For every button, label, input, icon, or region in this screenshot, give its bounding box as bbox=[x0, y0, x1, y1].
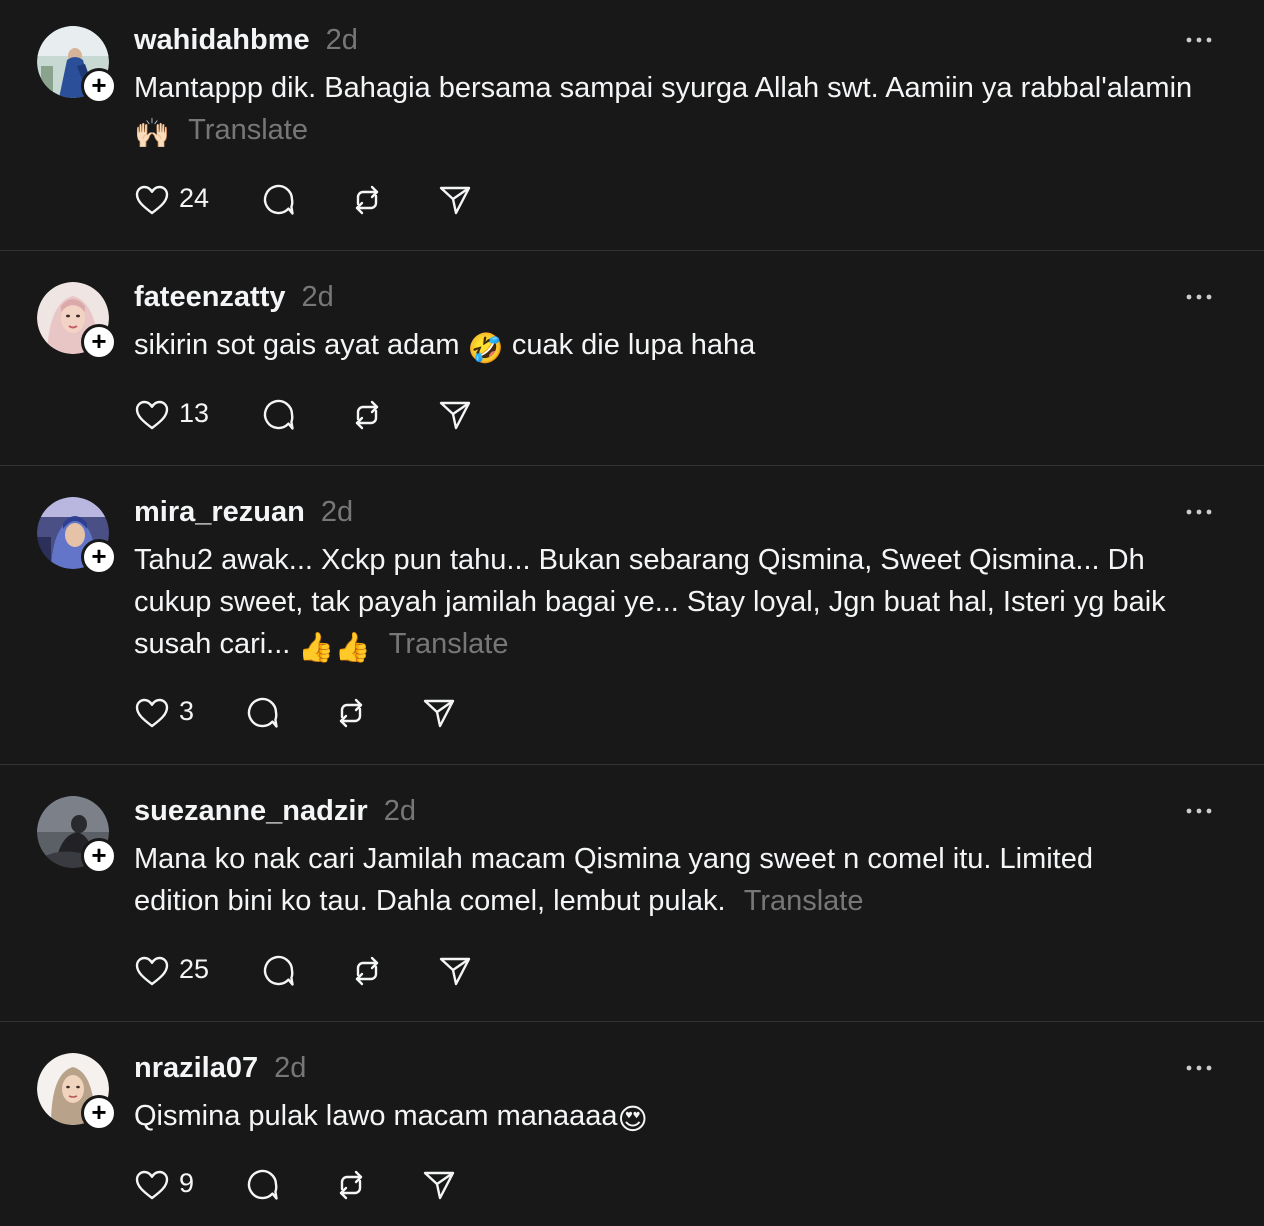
action-bar: 3 bbox=[134, 695, 494, 731]
like-button[interactable]: 25 bbox=[134, 953, 224, 989]
more-icon[interactable] bbox=[1185, 508, 1213, 516]
emoji: 👍👍 bbox=[298, 632, 371, 664]
post-body: Qismina pulak lawo macam manaaaa bbox=[134, 1100, 618, 1132]
share-button[interactable] bbox=[421, 695, 457, 731]
emoji: 🤣 bbox=[467, 333, 504, 365]
share-button[interactable] bbox=[437, 182, 473, 218]
reply-button[interactable] bbox=[261, 182, 297, 218]
send-icon bbox=[423, 1171, 455, 1200]
action-bar: 24 bbox=[134, 182, 494, 218]
more-icon[interactable] bbox=[1185, 1064, 1213, 1072]
comment-icon bbox=[263, 399, 294, 430]
reply-button[interactable] bbox=[245, 1167, 281, 1203]
translate-link[interactable]: Translate bbox=[188, 114, 308, 146]
emoji: 😍 bbox=[617, 1104, 648, 1136]
username[interactable]: suezanne_nadzir bbox=[134, 795, 368, 827]
heart-icon bbox=[135, 698, 169, 728]
send-icon bbox=[439, 401, 471, 430]
reply-button[interactable] bbox=[261, 397, 297, 433]
follow-plus-icon[interactable]: + bbox=[81, 68, 117, 104]
follow-plus-icon[interactable]: + bbox=[81, 838, 117, 874]
action-bar: 25 bbox=[134, 953, 494, 989]
repost-button[interactable] bbox=[333, 1167, 369, 1203]
post-text: Tahu2 awak... Xckp pun tahu... Bukan seb… bbox=[134, 539, 1204, 669]
post-header: suezanne_nadzir 2d bbox=[134, 791, 416, 831]
heart-icon bbox=[135, 956, 169, 986]
more-icon[interactable] bbox=[1185, 36, 1213, 44]
send-icon bbox=[439, 957, 471, 986]
post-text: Mantappp dik. Bahagia bersama sampai syu… bbox=[134, 67, 1224, 155]
comment-icon bbox=[263, 184, 294, 215]
comment-icon bbox=[263, 955, 294, 986]
more-icon[interactable] bbox=[1185, 807, 1213, 815]
post-body: Mantappp dik. Bahagia bersama sampai syu… bbox=[134, 72, 1193, 104]
like-button[interactable]: 13 bbox=[134, 397, 224, 433]
more-icon[interactable] bbox=[1185, 293, 1213, 301]
username[interactable]: wahidahbme bbox=[134, 24, 310, 56]
send-icon bbox=[423, 699, 455, 728]
post-header: wahidahbme 2d bbox=[134, 20, 358, 60]
like-count: 25 bbox=[179, 954, 210, 984]
like-button[interactable]: 9 bbox=[134, 1167, 208, 1203]
repost-button[interactable] bbox=[349, 182, 385, 218]
username[interactable]: fateenzatty bbox=[134, 281, 286, 313]
repost-icon bbox=[339, 1170, 363, 1200]
post-card: + wahidahbme 2d Mantappp dik. Bahagia ber… bbox=[0, 0, 1264, 251]
post-text: Mana ko nak cari Jamilah macam Qismina y… bbox=[134, 838, 1164, 922]
share-button[interactable] bbox=[437, 397, 473, 433]
timestamp: 2d bbox=[274, 1052, 307, 1084]
comment-icon bbox=[247, 1169, 278, 1200]
comment-icon bbox=[247, 697, 278, 728]
like-count: 13 bbox=[179, 398, 210, 428]
post-card: + fateenzatty 2d sikirin sot gais ayat ad… bbox=[0, 251, 1264, 466]
repost-icon bbox=[339, 698, 363, 728]
follow-plus-icon[interactable]: + bbox=[81, 539, 117, 575]
timestamp: 2d bbox=[383, 795, 416, 827]
reply-button[interactable] bbox=[245, 695, 281, 731]
like-count: 9 bbox=[179, 1168, 195, 1198]
post-body: Tahu2 awak... Xckp pun tahu... Bukan seb… bbox=[134, 544, 1166, 660]
post-body-continued: cuak die lupa haha bbox=[511, 329, 756, 361]
replies-feed: + wahidahbme 2d Mantappp dik. Bahagia ber… bbox=[0, 0, 1264, 1226]
reply-button[interactable] bbox=[261, 953, 297, 989]
translate-link[interactable]: Translate bbox=[744, 885, 864, 917]
username[interactable]: nrazila07 bbox=[134, 1052, 258, 1084]
post-header: fateenzatty 2d bbox=[134, 277, 334, 317]
follow-plus-icon[interactable]: + bbox=[81, 324, 117, 360]
post-card: + suezanne_nadzir 2d Mana ko nak cari Jam… bbox=[0, 765, 1264, 1022]
repost-icon bbox=[355, 185, 379, 215]
emoji: 🙌🏻 bbox=[134, 118, 171, 150]
timestamp: 2d bbox=[301, 281, 334, 313]
like-count: 24 bbox=[179, 183, 210, 213]
repost-button[interactable] bbox=[349, 397, 385, 433]
action-bar: 9 bbox=[134, 1167, 494, 1203]
post-header: mira_rezuan 2d bbox=[134, 492, 353, 532]
repost-button[interactable] bbox=[333, 695, 369, 731]
post-body: sikirin sot gais ayat adam bbox=[134, 329, 460, 361]
post-card: + nrazila07 2d Qismina pulak lawo macam m… bbox=[0, 1022, 1264, 1226]
share-button[interactable] bbox=[421, 1167, 457, 1203]
timestamp: 2d bbox=[320, 496, 354, 528]
like-button[interactable]: 24 bbox=[134, 182, 224, 218]
repost-icon bbox=[355, 956, 379, 986]
heart-icon bbox=[135, 185, 169, 215]
post-text: Qismina pulak lawo macam manaaaa😍 bbox=[134, 1095, 1224, 1141]
heart-icon bbox=[135, 1170, 169, 1200]
post-header: nrazila07 2d bbox=[134, 1048, 306, 1088]
send-icon bbox=[439, 186, 471, 215]
post-body: Mana ko nak cari Jamilah macam Qismina y… bbox=[134, 843, 1093, 917]
repost-button[interactable] bbox=[349, 953, 385, 989]
post-card: + mira_rezuan 2d Tahu2 awak... Xckp pun t… bbox=[0, 466, 1264, 765]
heart-icon bbox=[135, 400, 169, 430]
username[interactable]: mira_rezuan bbox=[134, 496, 305, 528]
action-bar: 13 bbox=[134, 397, 494, 433]
like-button[interactable]: 3 bbox=[134, 695, 208, 731]
repost-icon bbox=[355, 400, 379, 430]
like-count: 3 bbox=[179, 696, 195, 726]
share-button[interactable] bbox=[437, 953, 473, 989]
timestamp: 2d bbox=[325, 24, 358, 56]
follow-plus-icon[interactable]: + bbox=[81, 1095, 117, 1131]
post-text: sikirin sot gais ayat adam 🤣 cuak die lu… bbox=[134, 324, 1224, 370]
translate-link[interactable]: Translate bbox=[389, 628, 509, 660]
